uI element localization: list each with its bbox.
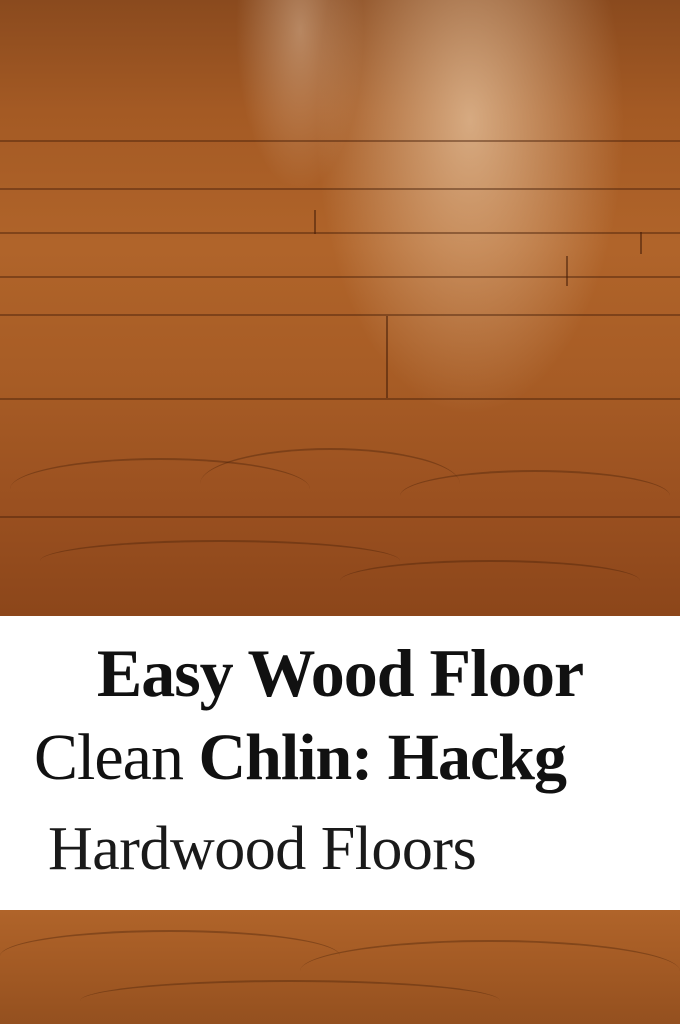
caption-line-2-bold: Chlin: Hackg xyxy=(198,721,567,794)
wood-floor-photo-bottom xyxy=(0,910,680,1024)
floor-board-edge xyxy=(0,276,680,278)
floor-board-seam xyxy=(566,256,568,286)
floor-board-seam xyxy=(314,210,316,234)
floor-board-seam xyxy=(386,316,388,398)
wood-grain xyxy=(80,980,500,1022)
floor-board-seam xyxy=(640,232,642,254)
caption-line-2-light: Clean xyxy=(34,721,199,794)
floor-board-edge xyxy=(0,398,680,400)
wood-grain xyxy=(340,560,640,602)
floor-board-edge xyxy=(0,314,680,316)
floor-board-edge xyxy=(0,232,680,234)
wood-floor-photo-top xyxy=(0,0,680,616)
caption-title-line-2: Clean Chlin: Hackg xyxy=(34,720,674,796)
caption-title-line-1: Easy Wood Floor xyxy=(96,635,584,711)
wood-grain xyxy=(400,470,670,522)
pin-image: Easy Wood Floor Clean Chlin: Hackg Hardw… xyxy=(0,0,680,1024)
caption-subtitle: Hardwood Floors xyxy=(48,815,477,883)
floor-board-edge xyxy=(0,188,680,190)
floor-board-edge xyxy=(0,140,680,142)
caption-panel: Easy Wood Floor Clean Chlin: Hackg Hardw… xyxy=(0,616,680,910)
wood-grain xyxy=(0,930,340,982)
